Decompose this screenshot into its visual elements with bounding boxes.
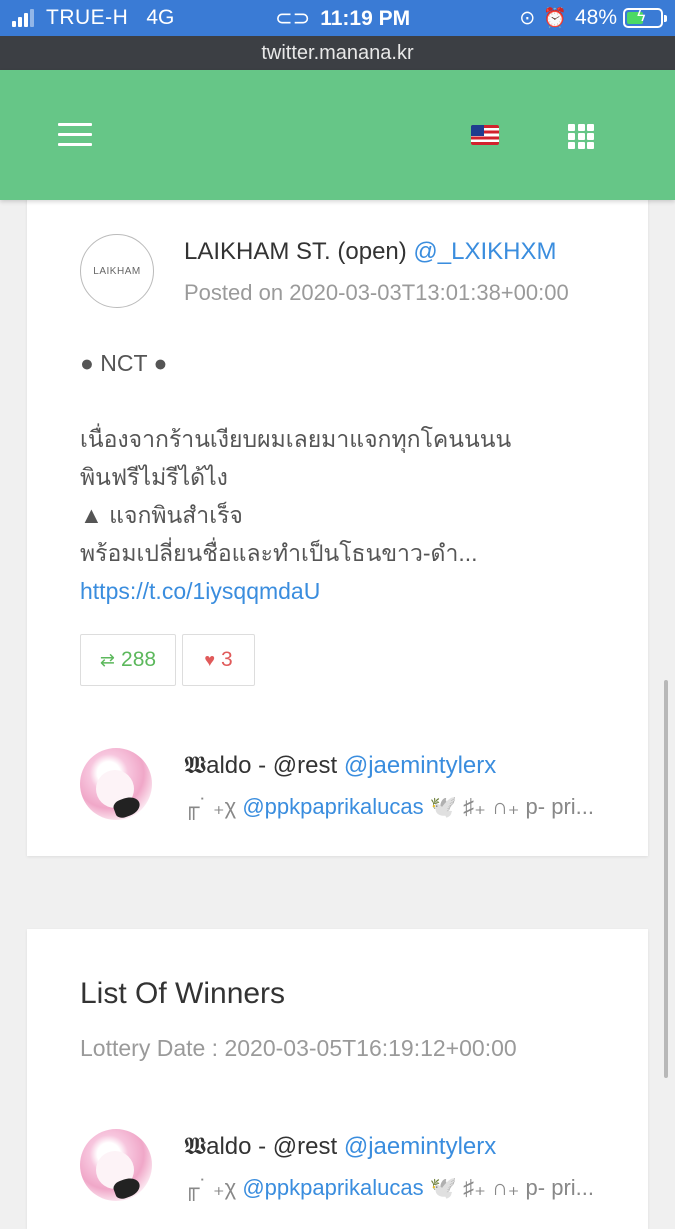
battery-percent: 48%: [574, 6, 617, 29]
participant-handle-link[interactable]: @jaemintylerx: [344, 752, 496, 779]
bio-prefix: ╓˙ ₊χ: [184, 794, 237, 819]
participant-name-line: 𝖂aldo - @rest @jaemintylerx: [184, 752, 496, 780]
post-line-blank: [80, 382, 620, 420]
author-name: LAIKHAM ST. (open): [184, 238, 407, 265]
retweet-count-button[interactable]: ⇄ 288: [80, 634, 176, 686]
battery-icon: ϟ: [623, 8, 667, 28]
alarm-icon: ⏰: [543, 8, 567, 29]
post-line: พร้อมเปลี่ยนชื่อและทำเป็นโธนขาว-ดำ...: [80, 540, 478, 566]
status-right: ⊙ ⏰ 48% ϟ: [519, 6, 667, 30]
hamburger-menu-icon[interactable]: [58, 123, 92, 147]
post-line: พินฟรีไม่รีได้ไง: [80, 464, 228, 490]
grid-apps-icon[interactable]: [568, 124, 594, 149]
post-line: ● NCT ●: [80, 350, 168, 376]
retweet-icon: ⇄: [99, 649, 116, 670]
hotspot-link-icon: ⊂⊃: [275, 7, 311, 30]
bio-suffix: 🕊️ ♯₊ ∩₊ p- pri...: [429, 794, 594, 819]
browser-url-bar[interactable]: twitter.manana.kr: [0, 36, 675, 70]
winner-avatar[interactable]: [80, 1129, 152, 1201]
lottery-date: Lottery Date : 2020-03-05T16:19:12+00:00: [80, 1035, 517, 1061]
bio-prefix: ╓˙ ₊χ: [184, 1175, 237, 1200]
bio-mention-link[interactable]: @ppkpaprikalucas: [242, 794, 423, 819]
us-flag-icon[interactable]: [471, 125, 499, 145]
rotation-lock-icon: ⊙: [519, 7, 536, 29]
winner-name-line: 𝖂aldo - @rest @jaemintylerx: [184, 1133, 496, 1161]
status-bar: TRUE-H 4G ⊂⊃ 11:19 PM ⊙ ⏰ 48% ϟ: [0, 0, 675, 36]
status-center: ⊂⊃ 11:19 PM: [275, 6, 410, 31]
app-header: [0, 70, 675, 200]
post-line: ▲ แจกพินสำเร็จ: [80, 502, 243, 528]
post-body: ● NCT ● เนื่องจากร้านเงียบผมเลยมาแจกทุกโ…: [80, 344, 620, 610]
signal-strength-icon: [12, 9, 36, 27]
participant-bio: ╓˙ ₊χ @ppkpaprikalucas 🕊️ ♯₊ ∩₊ p- pri..…: [184, 794, 640, 820]
retweet-count: 288: [121, 648, 157, 671]
post-line: เนื่องจากร้านเงียบผมเลยมาแจกทุกโคนนนน: [80, 426, 512, 452]
winner-bio: ╓˙ ₊χ @ppkpaprikalucas 🕊️ ♯₊ ∩₊ p- pri..…: [184, 1175, 640, 1201]
network-type: 4G: [146, 6, 175, 29]
post-author: LAIKHAM ST. (open) @_LXIKHXM: [184, 238, 557, 266]
winner-name: 𝖂aldo - @rest: [184, 1133, 338, 1160]
author-handle-link[interactable]: @_LXIKHXM: [413, 238, 556, 265]
carrier-name: TRUE-H: [46, 6, 129, 29]
winner-item[interactable]: 𝖂aldo - @rest @jaemintylerx ╓˙ ₊χ @ppkpa…: [80, 1129, 640, 1209]
post-card: LAIKHAM LAIKHAM ST. (open) @_LXIKHXM Pos…: [27, 190, 648, 856]
bio-mention-link[interactable]: @ppkpaprikalucas: [242, 1175, 423, 1200]
winners-card: List Of Winners Lottery Date : 2020-03-0…: [27, 929, 648, 1229]
participant-item[interactable]: 𝖂aldo - @rest @jaemintylerx ╓˙ ₊χ @ppkpa…: [80, 748, 640, 828]
participant-avatar[interactable]: [80, 748, 152, 820]
avatar-logo-text: LAIKHAM: [93, 265, 141, 277]
winner-handle-link[interactable]: @jaemintylerx: [344, 1133, 496, 1160]
winners-title: List Of Winners: [80, 977, 286, 1010]
heart-icon: ♥: [204, 649, 215, 670]
clock-time: 11:19 PM: [320, 6, 411, 30]
participant-name: 𝖂aldo - @rest: [184, 752, 338, 779]
post-link[interactable]: https://t.co/1iysqqmdaU: [80, 572, 620, 610]
like-count-button[interactable]: ♥ 3: [182, 634, 255, 686]
like-count: 3: [221, 648, 233, 671]
status-left: TRUE-H 4G: [12, 6, 174, 30]
post-timestamp: Posted on 2020-03-03T13:01:38+00:00: [184, 280, 569, 305]
scrollbar-thumb[interactable]: [664, 680, 668, 1078]
author-avatar[interactable]: LAIKHAM: [80, 234, 154, 308]
bio-suffix: 🕊️ ♯₊ ∩₊ p- pri...: [429, 1175, 594, 1200]
